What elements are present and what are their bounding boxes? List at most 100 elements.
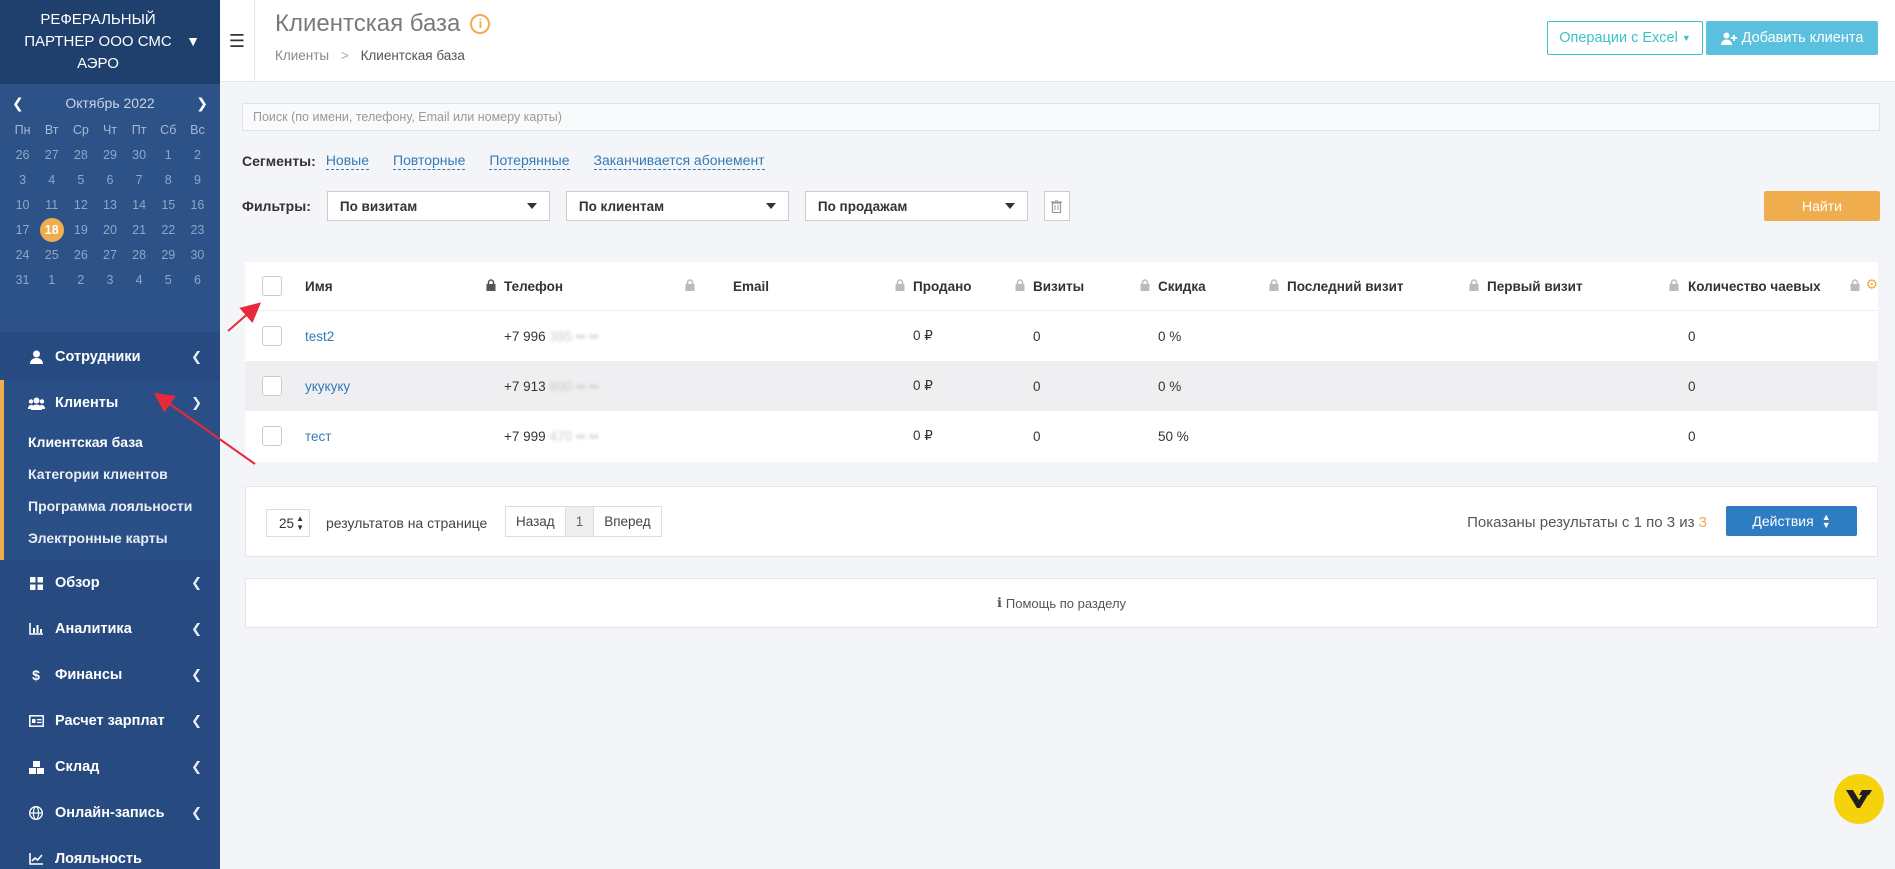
calendar-day[interactable]: 30 <box>125 143 154 168</box>
excel-operations-button[interactable]: Операции с Excel ▼ <box>1547 21 1703 55</box>
calendar-day[interactable]: 1 <box>37 268 66 293</box>
actions-button[interactable]: Действия ▲ ▼ <box>1726 506 1857 536</box>
next-month-icon[interactable]: ❯ <box>196 95 208 112</box>
column-header-name[interactable]: Имя <box>305 262 504 310</box>
nav-item-finance[interactable]: $ Финансы ❮ <box>0 652 220 698</box>
calendar-day[interactable]: 25 <box>37 243 66 268</box>
column-header-visits[interactable]: Визиты <box>1033 262 1158 310</box>
nav-item-staff[interactable]: Сотрудники ❮ <box>0 334 220 380</box>
info-icon[interactable]: i <box>470 14 491 34</box>
calendar-day[interactable]: 19 <box>66 218 95 243</box>
column-settings-gear-icon[interactable]: ⚙ <box>1865 276 1878 293</box>
calendar-day[interactable]: 11 <box>37 193 66 218</box>
calendar-day[interactable]: 9 <box>183 168 212 193</box>
search-input[interactable]: Поиск (по имени, телефону, Email или ном… <box>242 103 1880 131</box>
calendar-day[interactable]: 20 <box>95 218 124 243</box>
calendar-day[interactable]: 28 <box>66 143 95 168</box>
lock-icon[interactable] <box>486 278 496 294</box>
segment-lost[interactable]: Потерянные <box>489 152 570 170</box>
calendar-day[interactable]: 4 <box>37 168 66 193</box>
calendar-day[interactable]: 17 <box>8 218 37 243</box>
calendar-day[interactable]: 5 <box>154 268 183 293</box>
calendar-day[interactable]: 6 <box>95 168 124 193</box>
calendar-day[interactable]: 7 <box>125 168 154 193</box>
lock-icon[interactable] <box>1015 278 1025 294</box>
nav-item-online-booking[interactable]: Онлайн-запись ❮ <box>0 790 220 836</box>
cell-name[interactable]: укукуку <box>305 361 504 411</box>
column-header-first[interactable]: Первый визит <box>1487 262 1687 310</box>
column-header-sold[interactable]: Продано <box>913 262 1033 310</box>
column-header-last[interactable]: Последний визит <box>1287 262 1487 310</box>
segment-new[interactable]: Новые <box>325 152 369 170</box>
calendar-day[interactable]: 22 <box>154 218 183 243</box>
cell-name[interactable]: тест <box>305 411 504 461</box>
lock-icon[interactable] <box>1850 278 1860 294</box>
filter-clients-select[interactable]: По клиентам <box>565 191 789 221</box>
lock-icon[interactable] <box>1140 278 1150 294</box>
select-all-checkbox[interactable] <box>262 276 282 296</box>
table-row[interactable]: тест +7 999 470 •• •• 0 ₽ 0 50 % 0 <box>245 411 1878 461</box>
nav-item-warehouse[interactable]: Склад ❮ <box>0 744 220 790</box>
nav-item-loyalty[interactable]: Лояльность <box>0 836 220 869</box>
lock-icon[interactable] <box>685 278 695 294</box>
nav-item-analytics[interactable]: Аналитика ❮ <box>0 606 220 652</box>
next-page-button[interactable]: Вперед <box>594 507 660 536</box>
lock-icon[interactable] <box>1269 278 1279 294</box>
calendar-day[interactable]: 2 <box>66 268 95 293</box>
clear-filters-button[interactable] <box>1043 191 1070 221</box>
calendar-day[interactable]: 10 <box>8 193 37 218</box>
table-row[interactable]: test2 +7 996 395 •• •• 0 ₽ 0 0 % 0 <box>245 311 1878 361</box>
calendar-today[interactable]: 18 <box>39 218 64 242</box>
chat-widget-icon[interactable] <box>1834 774 1884 824</box>
calendar-day[interactable]: 15 <box>154 193 183 218</box>
per-page-select[interactable]: 25 ▲ ▼ <box>266 509 310 537</box>
client-name-link[interactable]: укукуку <box>305 379 350 394</box>
breadcrumb-clients[interactable]: Клиенты <box>275 48 329 63</box>
calendar-day[interactable]: 2 <box>183 143 212 168</box>
calendar-day[interactable]: 26 <box>8 143 37 168</box>
calendar-day[interactable]: 1 <box>154 143 183 168</box>
lock-icon[interactable] <box>895 278 905 294</box>
calendar-day[interactable]: 14 <box>125 193 154 218</box>
calendar-day[interactable]: 3 <box>8 168 37 193</box>
column-header-phone[interactable]: Телефон <box>504 262 703 310</box>
sub-item-loyalty-program[interactable]: Программа лояльности <box>4 490 220 522</box>
calendar-day[interactable]: 13 <box>95 193 124 218</box>
column-header-discount[interactable]: Скидка <box>1158 262 1287 310</box>
nav-item-overview[interactable]: Обзор ❮ <box>0 560 220 606</box>
segment-repeat[interactable]: Повторные <box>393 152 466 170</box>
menu-toggle-icon[interactable]: ☰ <box>220 0 255 82</box>
sub-item-e-cards[interactable]: Электронные карты <box>4 522 220 554</box>
filter-sales-select[interactable]: По продажам <box>804 191 1028 221</box>
add-client-button[interactable]: Добавить клиента <box>1706 21 1878 55</box>
calendar-day[interactable]: 4 <box>125 268 154 293</box>
help-section-link[interactable]: ℹ Помощь по разделу <box>245 578 1878 628</box>
calendar-day[interactable]: 12 <box>66 193 95 218</box>
find-button[interactable]: Найти <box>1764 191 1880 221</box>
prev-month-icon[interactable]: ❮ <box>12 95 24 112</box>
calendar-day[interactable]: 29 <box>154 243 183 268</box>
lock-icon[interactable] <box>1469 278 1479 294</box>
cell-name[interactable]: test2 <box>305 311 504 361</box>
calendar-day[interactable]: 18 <box>37 218 66 243</box>
lock-icon[interactable] <box>1669 278 1679 294</box>
sub-item-client-categories[interactable]: Категории клиентов <box>4 458 220 490</box>
nav-item-salary[interactable]: Расчет зарплат ❮ <box>0 698 220 744</box>
calendar-day[interactable]: 16 <box>183 193 212 218</box>
calendar-day[interactable]: 6 <box>183 268 212 293</box>
column-header-email[interactable]: Email <box>733 262 913 310</box>
calendar-day[interactable]: 27 <box>95 243 124 268</box>
column-header-tips[interactable]: Количество чаевых <box>1688 262 1868 310</box>
calendar-day[interactable]: 8 <box>154 168 183 193</box>
table-row[interactable]: укукуку +7 913 600 •• •• 0 ₽ 0 0 % 0 <box>245 361 1878 411</box>
filter-visits-select[interactable]: По визитам <box>326 191 550 221</box>
calendar-day[interactable]: 23 <box>183 218 212 243</box>
calendar-day[interactable]: 29 <box>95 143 124 168</box>
calendar-day[interactable]: 31 <box>8 268 37 293</box>
calendar-day[interactable]: 26 <box>66 243 95 268</box>
client-name-link[interactable]: test2 <box>305 329 334 344</box>
calendar-day[interactable]: 28 <box>125 243 154 268</box>
company-switcher[interactable]: РЕФЕРАЛЬНЫЙ ПАРТНЕР ООО СМС АЭРО ▼ <box>0 0 220 84</box>
calendar-day[interactable]: 27 <box>37 143 66 168</box>
calendar-day[interactable]: 21 <box>125 218 154 243</box>
